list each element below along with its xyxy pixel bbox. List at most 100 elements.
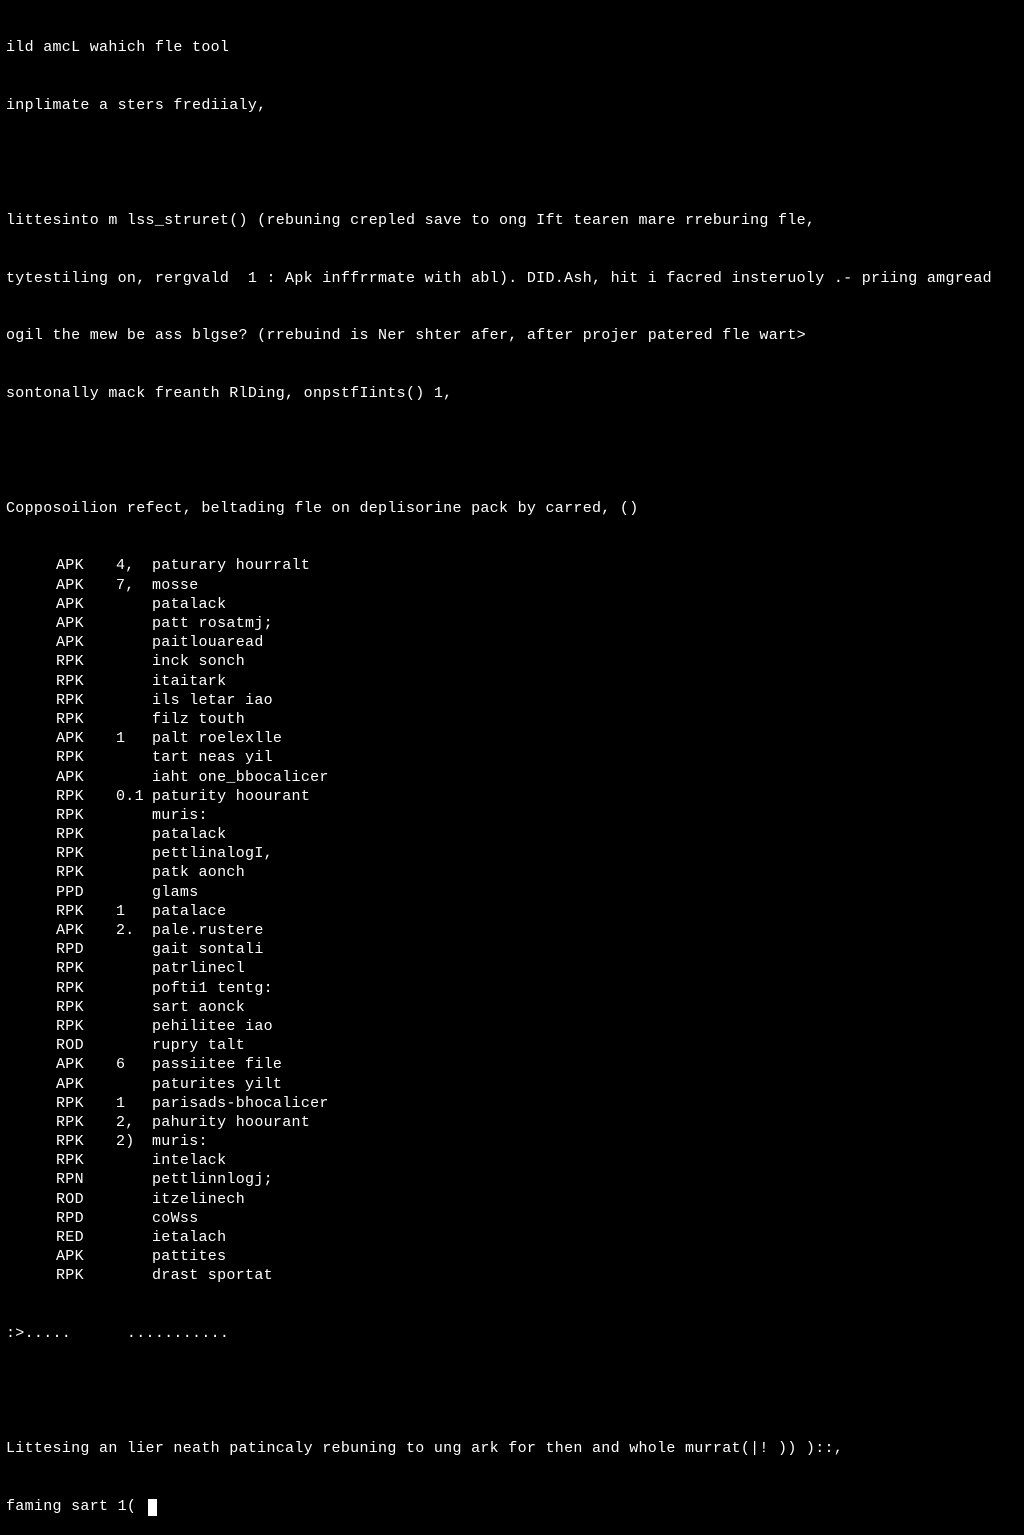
pkg-desc: patalace [152, 902, 1018, 921]
pkg-num [116, 1036, 152, 1055]
list-item: APK paitlouaread [6, 633, 1018, 652]
pkg-desc: patalack [152, 595, 1018, 614]
pkg-num [116, 614, 152, 633]
pkg-type: ROD [6, 1036, 116, 1055]
list-item: RPKintelack [6, 1151, 1018, 1170]
blank-line [6, 441, 1018, 460]
pkg-num [116, 768, 152, 787]
pkg-type: RPK [6, 863, 116, 882]
list-item: RODitzelinech [6, 1190, 1018, 1209]
list-item: RPK patalack [6, 825, 1018, 844]
pkg-type: RPK [6, 959, 116, 978]
pkg-desc: rupry talt [152, 1036, 1018, 1055]
pkg-num [116, 1190, 152, 1209]
pkg-desc: paitlouaread [152, 633, 1018, 652]
list-item: RPKpehilitee iao [6, 1017, 1018, 1036]
pkg-type: PPD [6, 883, 116, 902]
list-item: RPKsart aonck [6, 998, 1018, 1017]
pkg-desc: patt rosatmj; [152, 614, 1018, 633]
pkg-desc: glams [152, 883, 1018, 902]
pkg-type: RPD [6, 940, 116, 959]
pkg-desc: iaht one_bbocalicer [152, 768, 1018, 787]
pkg-num: 2) [116, 1132, 152, 1151]
header-line-1: ild amcL wahich fle tool [6, 38, 1018, 57]
list-item: RPK1parisads-bhocalicer [6, 1094, 1018, 1113]
pkg-type: APK [6, 768, 116, 787]
list-item: APKpatalack [6, 595, 1018, 614]
pkg-desc: gait sontali [152, 940, 1018, 959]
pkg-type: RPK [6, 652, 116, 671]
pkg-type: APK [6, 729, 116, 748]
pkg-num [116, 710, 152, 729]
list-item: RPDcoWss [6, 1209, 1018, 1228]
header-line-2: inplimate a sters frediialy, [6, 96, 1018, 115]
list-item: RPNpettlinnlogj; [6, 1170, 1018, 1189]
list-item: RPD gait sontali [6, 940, 1018, 959]
pkg-type: APK [6, 576, 116, 595]
list-item: RPKitaitark [6, 672, 1018, 691]
list-item: RPKtart neas yil [6, 748, 1018, 767]
pkg-type: APK [6, 614, 116, 633]
block1-line-1: littesinto m lss_struret() (rebuning cre… [6, 211, 1018, 230]
pkg-num [116, 672, 152, 691]
pkg-type: RPK [6, 1017, 116, 1036]
pkg-desc: patk aonch [152, 863, 1018, 882]
list-item: RPKdrast sportat [6, 1266, 1018, 1285]
block1-line-2: tytestiling on, rergvald 1 : Apk inffrrm… [6, 269, 1018, 288]
list-item: APK iaht one_bbocalicer [6, 768, 1018, 787]
list-item: REDietalach [6, 1228, 1018, 1247]
pkg-type: RPK [6, 691, 116, 710]
section-header: Copposoilion refect, beltading fle on de… [6, 499, 1018, 518]
pkg-desc: paturary hourralt [152, 556, 1018, 575]
pkg-desc: paturity hoourant [152, 787, 1018, 806]
list-item: APK7,mosse [6, 576, 1018, 595]
cursor-icon [148, 1499, 157, 1516]
pkg-num [116, 652, 152, 671]
pkg-num [116, 748, 152, 767]
list-item: APKpattites [6, 1247, 1018, 1266]
pkg-num [116, 1075, 152, 1094]
pkg-type: RPK [6, 1266, 116, 1285]
pkg-type: APK [6, 1055, 116, 1074]
pkg-num [116, 806, 152, 825]
pkg-num [116, 883, 152, 902]
pkg-type: RPK [6, 844, 116, 863]
pkg-desc: patalack [152, 825, 1018, 844]
pkg-num [116, 940, 152, 959]
package-list: APK4,paturary hourraltAPK7,mosseAPKpatal… [6, 556, 1018, 1285]
pkg-num [116, 998, 152, 1017]
pkg-num [116, 1247, 152, 1266]
list-item: RPK ils letar iao [6, 691, 1018, 710]
pkg-type: APK [6, 633, 116, 652]
pkg-desc: itzelinech [152, 1190, 1018, 1209]
pkg-num: 2. [116, 921, 152, 940]
pkg-num [116, 1228, 152, 1247]
pkg-desc: patrlinecl [152, 959, 1018, 978]
list-item: APK2.pale.rustere [6, 921, 1018, 940]
pkg-num: 6 [116, 1055, 152, 1074]
pkg-desc: ils letar iao [152, 691, 1018, 710]
pkg-num: 7, [116, 576, 152, 595]
pkg-num [116, 1209, 152, 1228]
pkg-desc: muris: [152, 806, 1018, 825]
pkg-num: 1 [116, 729, 152, 748]
list-item: RPK2)muris: [6, 1132, 1018, 1151]
pkg-desc: pettlinalogI, [152, 844, 1018, 863]
pkg-desc: pahurity hoourant [152, 1113, 1018, 1132]
block1-line-3: ogil the mew be ass blgse? (rrebuind is … [6, 326, 1018, 345]
pkg-desc: inck sonch [152, 652, 1018, 671]
pkg-type: RPK [6, 825, 116, 844]
pkg-desc: paturites yilt [152, 1075, 1018, 1094]
list-item: ROD rupry talt [6, 1036, 1018, 1055]
pkg-num [116, 825, 152, 844]
pkg-num [116, 1017, 152, 1036]
list-item: RPK2,pahurity hoourant [6, 1113, 1018, 1132]
pkg-num [116, 691, 152, 710]
ellipsis-line: :>..... ........... [6, 1324, 1018, 1343]
pkg-num [116, 1266, 152, 1285]
pkg-desc: parisads-bhocalicer [152, 1094, 1018, 1113]
list-item: APK1palt roelexlle [6, 729, 1018, 748]
pkg-desc: filz touth [152, 710, 1018, 729]
list-item: PPD glams [6, 883, 1018, 902]
prompt-line[interactable]: faming sart 1( [6, 1497, 1018, 1516]
